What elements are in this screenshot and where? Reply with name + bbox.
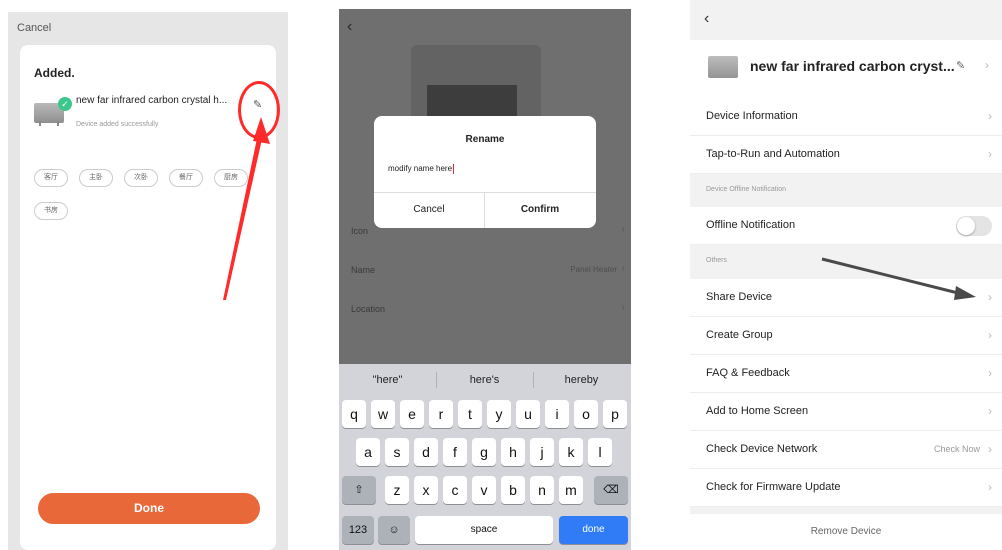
annotation-arrow <box>223 117 270 300</box>
suggestion-bar: "here" here's hereby <box>339 364 631 396</box>
backspace-key[interactable]: ⌫ <box>594 476 628 504</box>
rename-input-value: modify name here <box>388 164 453 174</box>
dialog-cancel-button[interactable]: Cancel <box>374 192 484 228</box>
shift-key[interactable]: ⇧ <box>342 476 376 504</box>
key[interactable]: e <box>400 400 424 428</box>
key[interactable]: g <box>472 438 496 466</box>
key[interactable]: z <box>385 476 409 504</box>
key[interactable]: d <box>414 438 438 466</box>
name-row[interactable]: Name Panel Heater › <box>339 251 631 289</box>
text-caret <box>453 164 455 174</box>
done-key[interactable]: done <box>559 516 628 544</box>
add-device-screen: Cancel Added. ✓ new far infrared carbon … <box>8 12 288 550</box>
key[interactable]: r <box>429 400 453 428</box>
keyboard: "here" here's hereby q w e r t y u i o p… <box>339 364 631 550</box>
annotation-arrow-shaft <box>223 129 264 300</box>
dialog-confirm-button[interactable]: Confirm <box>485 192 595 228</box>
key[interactable]: q <box>342 400 366 428</box>
chevron-right-icon: › <box>621 224 625 235</box>
location-row[interactable]: Location › <box>339 290 631 328</box>
key[interactable]: t <box>458 400 482 428</box>
key[interactable]: n <box>530 476 554 504</box>
key-row-1: q w e r t y u i o p <box>339 400 631 428</box>
key[interactable]: y <box>487 400 511 428</box>
suggestion[interactable]: hereby <box>533 374 630 386</box>
key[interactable]: s <box>385 438 409 466</box>
key[interactable]: f <box>443 438 467 466</box>
annotation-arrow <box>821 257 976 300</box>
key[interactable]: w <box>371 400 395 428</box>
chevron-right-icon: › <box>621 263 625 274</box>
chevron-right-icon: › <box>621 302 625 313</box>
key[interactable]: h <box>501 438 525 466</box>
key-row-3: ⇧ z x c v b n m ⌫ <box>339 476 631 504</box>
suggestion[interactable]: "here" <box>339 374 436 386</box>
key[interactable]: k <box>559 438 583 466</box>
key[interactable]: x <box>414 476 438 504</box>
key[interactable]: m <box>559 476 583 504</box>
name-row-label: Name <box>351 265 376 275</box>
space-key[interactable]: space <box>415 516 553 544</box>
annotation-arrow-head <box>253 117 270 144</box>
emoji-key[interactable]: ☺ <box>378 516 410 544</box>
key[interactable]: v <box>472 476 496 504</box>
rename-input[interactable]: modify name here <box>388 164 455 174</box>
icon-row-label: Icon <box>351 226 369 236</box>
key[interactable]: o <box>574 400 598 428</box>
rename-screen: ‹ Icon › Name Panel Heater › Location › … <box>339 9 631 550</box>
suggestion[interactable]: here's <box>436 374 533 386</box>
annotation-arrow-head <box>954 286 976 300</box>
key[interactable]: j <box>530 438 554 466</box>
device-settings-screen: ‹ new far infrared carbon cryst... ✎ › D… <box>690 0 1002 550</box>
key[interactable]: i <box>545 400 569 428</box>
rename-dialog: Rename modify name here Cancel Confirm <box>374 116 596 228</box>
key-row-2: a s d f g h j k l <box>339 438 631 466</box>
key[interactable]: u <box>516 400 540 428</box>
back-chevron-icon[interactable]: ‹ <box>347 18 352 36</box>
name-row-value: Panel Heater <box>570 265 617 274</box>
numbers-key[interactable]: 123 <box>342 516 374 544</box>
key[interactable]: a <box>356 438 380 466</box>
key[interactable]: b <box>501 476 525 504</box>
key-row-4: 123 ☺ space done <box>339 516 631 544</box>
key[interactable]: l <box>588 438 612 466</box>
key[interactable]: c <box>443 476 467 504</box>
annotation-arrow-shaft <box>821 257 963 296</box>
key[interactable]: p <box>603 400 627 428</box>
dialog-title: Rename <box>465 134 505 145</box>
location-row-label: Location <box>351 304 386 314</box>
